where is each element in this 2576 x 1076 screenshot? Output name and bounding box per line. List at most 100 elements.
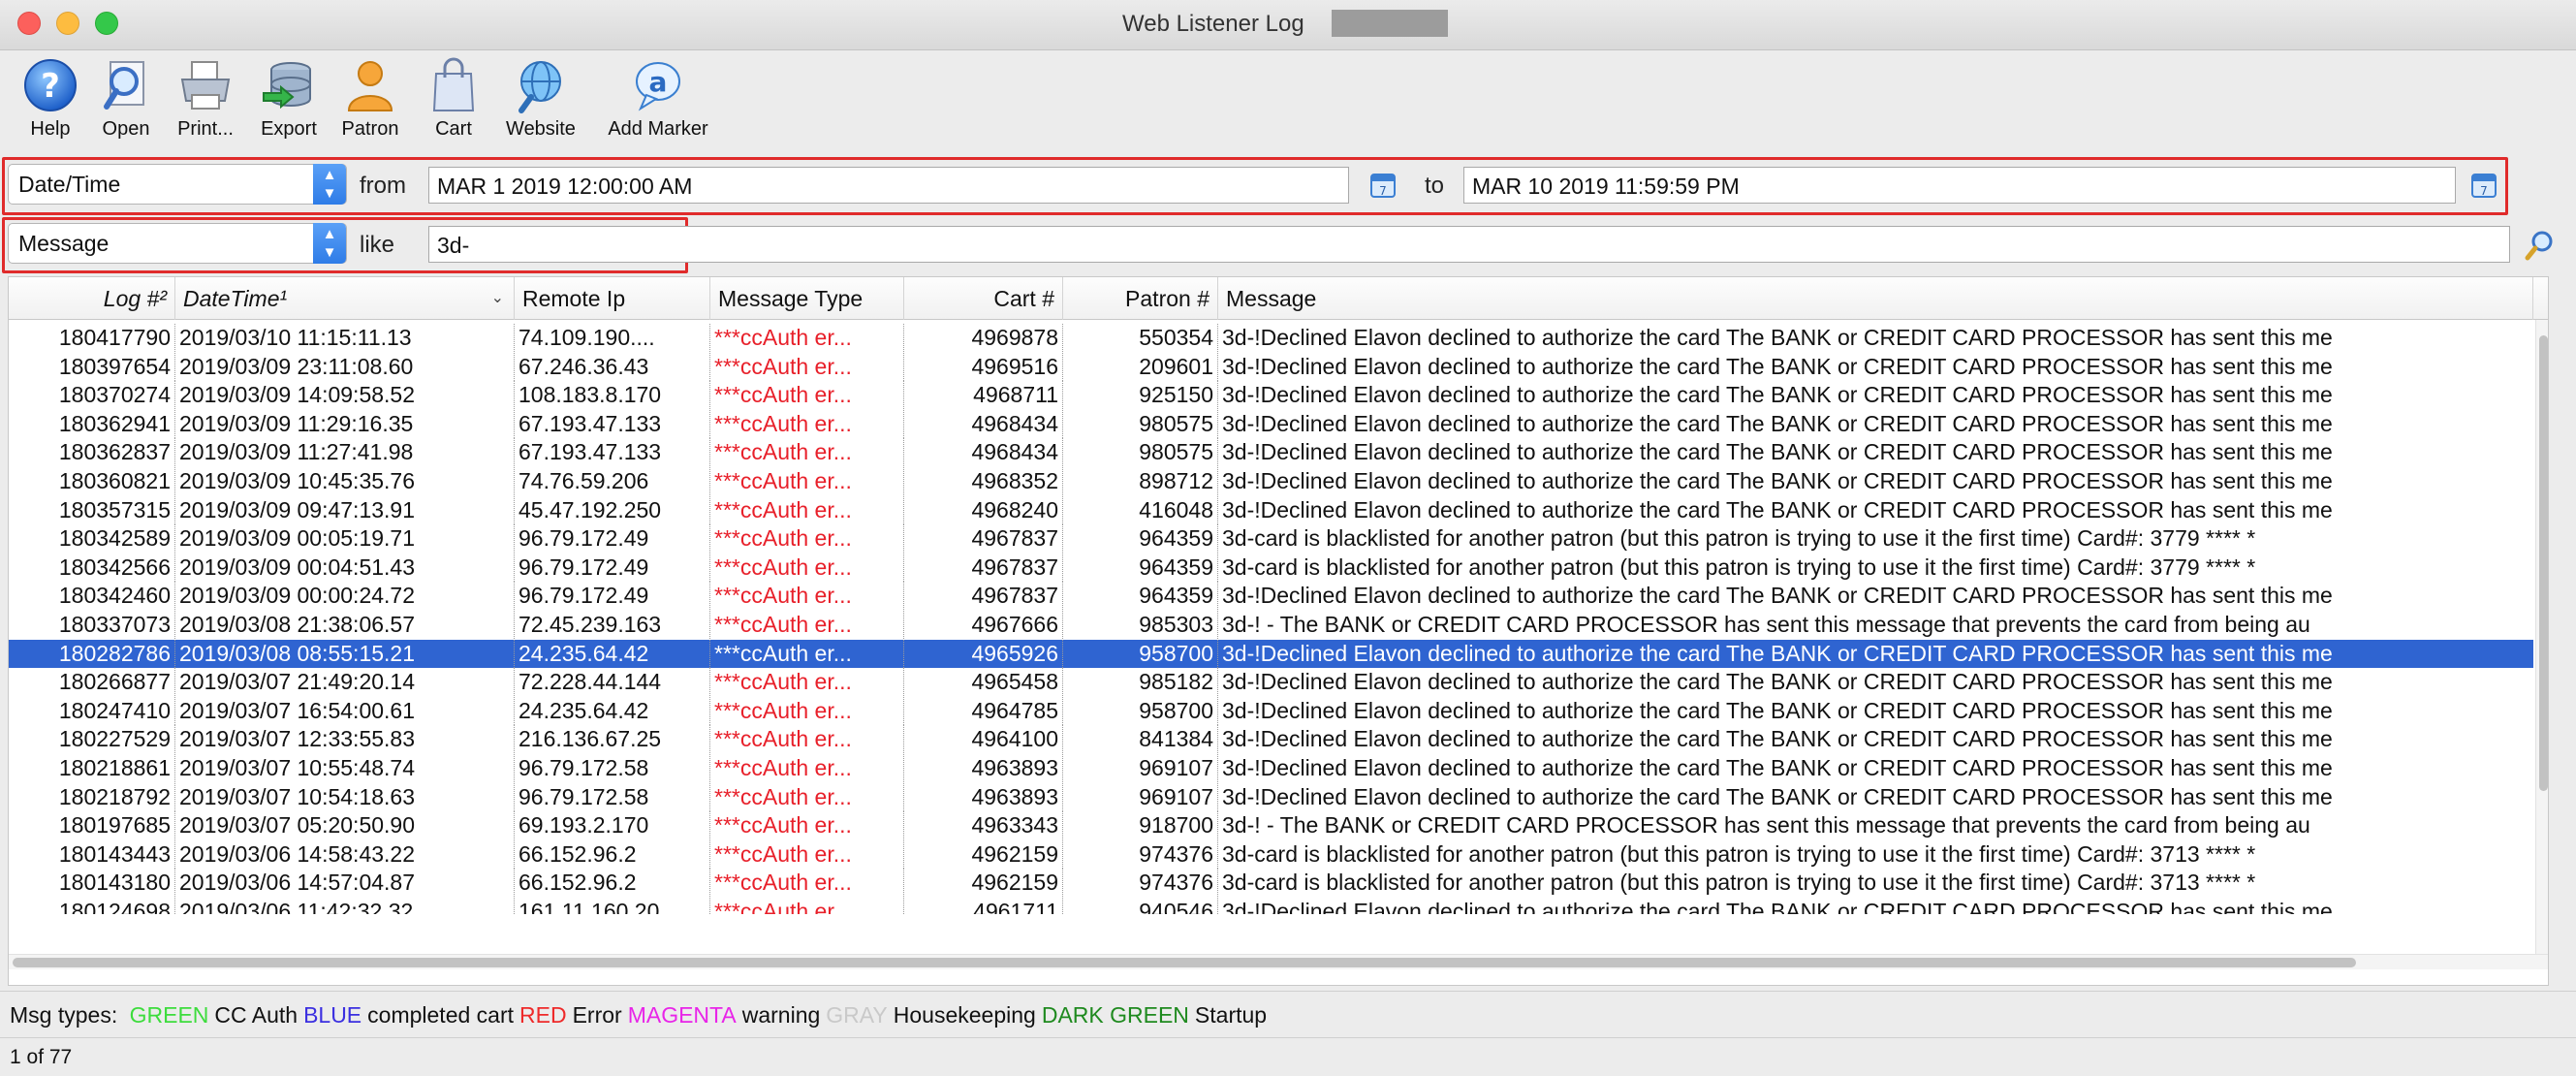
vertical-scrollbar[interactable] [2535, 320, 2548, 954]
search-magnifier-icon[interactable] [2524, 229, 2557, 262]
cart-number-cell: 4965458 [904, 668, 1063, 697]
message-type-cell: ***ccAuth er... [710, 668, 904, 697]
patron-number-cell: 964359 [1063, 524, 1218, 554]
col-log-number-header[interactable]: Log #² [9, 277, 175, 320]
message-cell: 3d-!Declined Elavon declined to authoriz… [1222, 583, 2333, 609]
help-button[interactable]: ? Help [8, 52, 93, 149]
horizontal-scrollbar[interactable] [9, 954, 2548, 969]
remote-ip-cell: 108.183.8.170 [515, 381, 710, 410]
remote-ip-cell: 96.79.172.49 [515, 582, 710, 611]
message-type-cell: ***ccAuth er... [710, 324, 904, 352]
table-row[interactable]: 180337073 2019/03/08 21:38:06.57 72.45.239… [9, 611, 2533, 639]
zoom-window-button[interactable] [95, 12, 118, 35]
message-cell: 3d-card is blacklisted for another patro… [1222, 554, 2256, 580]
col-message-header[interactable]: Message [1218, 277, 2533, 320]
vertical-scroll-thumb[interactable] [2539, 335, 2548, 791]
minimize-window-button[interactable] [56, 12, 79, 35]
col-patron-number-header[interactable]: Patron # [1063, 277, 1218, 320]
table-row[interactable]: 180342460 2019/03/09 00:00:24.72 96.79.172… [9, 582, 2533, 611]
to-datetime-input[interactable]: MAR 10 2019 11:59:59 PM [1463, 167, 2456, 204]
patron-button[interactable]: Patron [330, 52, 411, 149]
log-number-cell: 180360821 [9, 467, 175, 495]
add-marker-bubble-icon: a [636, 62, 680, 111]
log-number-cell: 180124698 [9, 898, 175, 914]
patron-person-icon [347, 61, 393, 111]
table-row[interactable]: 180247410 2019/03/07 16:54:00.61 24.235.64… [9, 696, 2533, 725]
patron-number-cell: 918700 [1063, 811, 1218, 840]
close-window-button[interactable] [17, 12, 41, 35]
datetime-cell: 2019/03/09 14:09:58.52 [175, 381, 515, 410]
table-row[interactable]: 180197685 2019/03/07 05:20:50.90 69.193.2.… [9, 811, 2533, 840]
message-like-input[interactable]: 3d- [428, 226, 2510, 263]
table-row[interactable]: 180218861 2019/03/07 10:55:48.74 96.79.172… [9, 754, 2533, 782]
col-message-type-header[interactable]: Message Type [710, 277, 904, 320]
remote-ip-cell: 161.11.160.20 [515, 898, 710, 914]
print-button[interactable]: Print... [165, 52, 246, 149]
remote-ip-cell: 45.47.192.250 [515, 495, 710, 524]
table-row[interactable]: 180417790 2019/03/10 11:15:11.13 74.109.19… [9, 324, 2533, 352]
table-row[interactable]: 180362837 2019/03/09 11:27:41.98 67.193.47… [9, 438, 2533, 467]
message-cell: 3d-!Declined Elavon declined to authoriz… [1222, 755, 2333, 780]
col-datetime-header[interactable]: DateTime¹ ⌄ [175, 277, 515, 320]
datetime-cell: 2019/03/09 11:29:16.35 [175, 409, 515, 438]
website-button[interactable]: Website [494, 52, 587, 149]
cart-button[interactable]: Cart [415, 52, 492, 149]
datetime-cell: 2019/03/07 12:33:55.83 [175, 725, 515, 754]
patron-number-cell: 980575 [1063, 409, 1218, 438]
message-type-cell: ***ccAuth er... [710, 582, 904, 611]
patron-number-cell: 209601 [1063, 352, 1218, 381]
table-row[interactable]: 180282786 2019/03/08 08:55:15.21 24.235.64… [9, 639, 2533, 668]
table-row[interactable]: 180342589 2019/03/09 00:05:19.71 96.79.172… [9, 524, 2533, 554]
table-row[interactable]: 180143443 2019/03/06 14:58:43.22 66.152.96… [9, 839, 2533, 869]
export-button[interactable]: Export [248, 52, 330, 149]
sort-chevron-icon[interactable]: ⌄ [491, 277, 504, 320]
filter-field-select-1[interactable]: Date/Time ▲ ▼ [8, 164, 347, 205]
log-number-cell: 180337073 [9, 611, 175, 639]
remote-ip-cell: 96.79.172.58 [515, 782, 710, 811]
horizontal-scroll-thumb[interactable] [13, 958, 2356, 967]
message-cell: 3d-!Declined Elavon declined to authoriz… [1222, 697, 2333, 723]
to-calendar-icon[interactable]: 7 [2469, 171, 2498, 200]
table-row[interactable]: 180362941 2019/03/09 11:29:16.35 67.193.47… [9, 409, 2533, 438]
cart-number-cell: 4963893 [904, 782, 1063, 811]
datetime-cell: 2019/03/06 14:58:43.22 [175, 839, 515, 869]
table-row[interactable]: 180218792 2019/03/07 10:54:18.63 96.79.172… [9, 782, 2533, 811]
col-datetime-header-label: DateTime¹ [183, 286, 288, 311]
filter-field-select-2[interactable]: Message ▲ ▼ [8, 223, 347, 264]
table-row[interactable]: 180143180 2019/03/06 14:57:04.87 66.152.96… [9, 869, 2533, 898]
message-type-cell: ***ccAuth er... [710, 524, 904, 554]
col-log-number-header-label: Log #² [103, 286, 167, 311]
remote-ip-cell: 72.228.44.144 [515, 668, 710, 697]
from-calendar-icon[interactable]: 7 [1368, 171, 1398, 200]
table-row[interactable]: 180227529 2019/03/07 12:33:55.83 216.136.6… [9, 725, 2533, 754]
open-button[interactable]: Open [87, 52, 165, 149]
web-listener-log-window: Web Listener Log ? Help Open Print... Ex… [0, 0, 2576, 1076]
message-cell: 3d-card is blacklisted for another patro… [1222, 840, 2256, 867]
col-cart-number-header[interactable]: Cart # [904, 277, 1063, 320]
col-remote-ip-header[interactable]: Remote Ip [515, 277, 710, 320]
col-message-header-label: Message [1226, 286, 1317, 311]
table-row[interactable]: 180342566 2019/03/09 00:04:51.43 96.79.172… [9, 553, 2533, 582]
cart-number-cell: 4963893 [904, 754, 1063, 782]
log-number-cell: 180247410 [9, 696, 175, 725]
message-type-cell: ***ccAuth er... [710, 495, 904, 524]
remote-ip-cell: 96.79.172.49 [515, 524, 710, 554]
from-datetime-input[interactable]: MAR 1 2019 12:00:00 AM [428, 167, 1349, 204]
cart-number-cell: 4964100 [904, 725, 1063, 754]
message-type-cell: ***ccAuth er... [710, 467, 904, 495]
table-row[interactable]: 180124698 2019/03/06 11:42:32.32 161.11.16… [9, 898, 2533, 914]
remote-ip-cell: 66.152.96.2 [515, 839, 710, 869]
message-filter-row: Message ▲ ▼ like 3d- [0, 215, 2576, 277]
table-row[interactable]: 180266877 2019/03/07 21:49:20.14 72.228.44… [9, 668, 2533, 697]
table-row[interactable]: 180397654 2019/03/09 23:11:08.60 67.246.36… [9, 352, 2533, 381]
remote-ip-cell: 216.136.67.25 [515, 725, 710, 754]
table-row[interactable]: 180360821 2019/03/09 10:45:35.76 74.76.59.… [9, 467, 2533, 495]
table-row[interactable]: 180357315 2019/03/09 09:47:13.91 45.47.192… [9, 495, 2533, 524]
cart-number-cell: 4965926 [904, 639, 1063, 668]
open-label: Open [102, 118, 150, 140]
datetime-cell: 2019/03/09 00:04:51.43 [175, 553, 515, 582]
add-marker-button[interactable]: a Add Marker [595, 52, 721, 149]
message-type-cell: ***ccAuth er... [710, 869, 904, 898]
table-row[interactable]: 180370274 2019/03/09 14:09:58.52 108.183.8… [9, 381, 2533, 410]
cart-number-cell: 4967666 [904, 611, 1063, 639]
